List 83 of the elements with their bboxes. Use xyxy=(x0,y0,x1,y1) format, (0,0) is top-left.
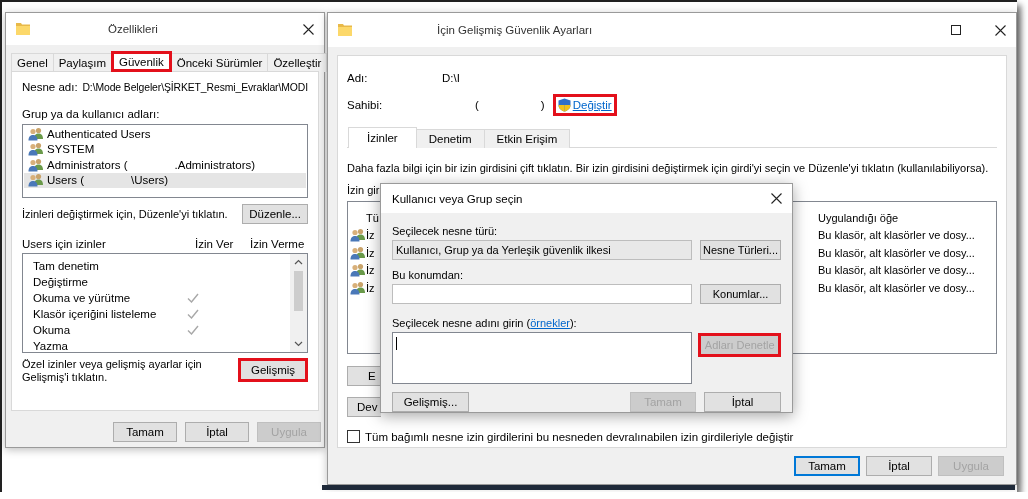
tab[interactable]: Denetim xyxy=(415,129,485,148)
object-path: D:\Mode Belgeler\ŞİRKET_Resmi_Evraklar\MODI xyxy=(82,81,308,93)
users-icon xyxy=(28,126,44,141)
column-header: Tü xyxy=(366,211,380,224)
button[interactable]: Tamam xyxy=(113,422,177,442)
button[interactable]: Gelişmiş xyxy=(238,358,308,382)
folder-icon xyxy=(338,24,352,36)
users-icon xyxy=(28,173,44,188)
close-icon[interactable] xyxy=(771,193,782,204)
tab[interactable]: Etkin Erişim xyxy=(483,129,571,148)
field-label: Grup ya da kullanıcı adları: xyxy=(22,108,161,120)
users-icon xyxy=(350,245,366,260)
permission-name: Okuma xyxy=(33,324,72,336)
column-header: Uygulandığı öğe xyxy=(818,211,900,224)
button[interactable]: Gelişmiş... xyxy=(392,392,469,412)
checkbox-label: Tüm bağımlı nesne izin girdilerini bu nesneden devralınabilen izin girdileriyle değiştir xyxy=(365,430,794,443)
field-value: ( xyxy=(475,99,479,111)
tab[interactable]: Özelleştir xyxy=(267,53,328,72)
users-icon xyxy=(350,228,366,243)
input-field[interactable] xyxy=(392,332,693,384)
hint-text: İzinleri değiştirmek için, Düzenle'yi tıklatın. xyxy=(22,208,228,220)
window-title: İçin Gelişmiş Güvenlik Ayarları xyxy=(437,24,593,36)
change-link[interactable]: Değiştir xyxy=(552,94,617,116)
permission-name: Tam denetim xyxy=(33,260,100,272)
table-cell-text: Bu klasör, alt klasörler ve dosy... xyxy=(818,246,976,259)
field-value: ) xyxy=(540,99,545,111)
maximize-icon[interactable] xyxy=(951,25,961,35)
field-label: Bu konumdan: xyxy=(392,269,464,281)
table-cell-text: İz xyxy=(366,264,376,277)
permission-name: Okuma ve yürütme xyxy=(33,292,132,304)
users-icon xyxy=(28,142,44,157)
field-label: Nesne adı: xyxy=(22,81,79,93)
close-icon[interactable] xyxy=(995,24,1006,36)
window-title: Özellikleri xyxy=(108,23,158,35)
close-icon[interactable] xyxy=(303,23,314,35)
table-cell-text: Bu klasör, alt klasörler ve dosy... xyxy=(818,281,976,294)
button[interactable]: Tamam xyxy=(794,456,860,476)
permission-name: Klasör içeriğini listeleme xyxy=(33,308,158,320)
button[interactable]: Düzenle... xyxy=(242,204,308,224)
table-cell-text: İz xyxy=(366,229,376,242)
field-label: Seçilecek nesne türü: xyxy=(392,225,499,237)
scroll-thumb[interactable] xyxy=(294,271,303,311)
button[interactable]: İptal xyxy=(185,422,249,442)
chevron-down-icon[interactable] xyxy=(294,341,303,347)
window-title: Kullanıcı veya Grup seçin xyxy=(392,192,523,205)
list-item[interactable]: Administrators ( .Administrators) xyxy=(24,157,306,173)
examples-link[interactable]: örnekler xyxy=(530,317,570,329)
table-cell-text: Bu klasör, alt klasörler ve dosy... xyxy=(818,264,976,277)
tab[interactable]: Genel xyxy=(11,53,54,72)
users-icon xyxy=(350,263,366,278)
field-value: D:\I xyxy=(442,72,460,84)
tab[interactable]: Güvenlik xyxy=(111,51,172,72)
column-header: İzin Ver xyxy=(195,238,235,250)
list-item[interactable]: Users ( \Users) xyxy=(24,172,306,188)
checkbox[interactable] xyxy=(347,430,360,443)
permission-name: Değiştirme xyxy=(33,276,89,288)
button[interactable]: İptal xyxy=(704,392,781,412)
permission-name: Yazma xyxy=(33,340,69,352)
list-item[interactable]: SYSTEM xyxy=(24,141,306,157)
field-label: Seçilecek nesne adını girin (örnekler): xyxy=(392,317,578,329)
table-cell-text: İz xyxy=(366,281,376,294)
button[interactable]: İptal xyxy=(866,456,932,476)
users-icon xyxy=(350,280,366,295)
chevron-up-icon[interactable] xyxy=(294,259,303,265)
button[interactable]: Dev xyxy=(347,397,381,417)
button[interactable]: Nesne Türleri... xyxy=(700,240,781,260)
button[interactable]: E xyxy=(347,366,381,386)
text-cursor xyxy=(396,337,397,350)
list-item[interactable]: Authenticated Users xyxy=(24,126,306,142)
column-header: İzin Verme xyxy=(250,238,306,250)
hint-text: Özel izinler veya gelişmiş ayarlar için Gelişmiş'i tıklatın. xyxy=(22,358,203,384)
description-text: Daha fazla bilgi için bir izin girdisini çift tıklatın. Bir izin girdisini değiştirmek için girdi'yi seçin ve Düzenle'yi tıklatın (kullanılabiliyorsa). xyxy=(347,162,990,174)
folder-icon xyxy=(16,23,30,35)
field-label: Sahibi: xyxy=(347,99,384,111)
table-cell-text: Bu klasör, alt klasörler ve dosy... xyxy=(818,229,976,242)
field-label: Adı: xyxy=(347,72,369,84)
field-label: İzin gir xyxy=(347,184,381,196)
button[interactable]: Konumlar... xyxy=(700,284,781,304)
shield-icon xyxy=(557,98,571,112)
users-icon xyxy=(28,157,44,172)
tab[interactable]: İzinler xyxy=(348,127,417,148)
column-header: Users için izinler xyxy=(22,238,107,250)
table-cell-text: İz xyxy=(366,246,376,259)
